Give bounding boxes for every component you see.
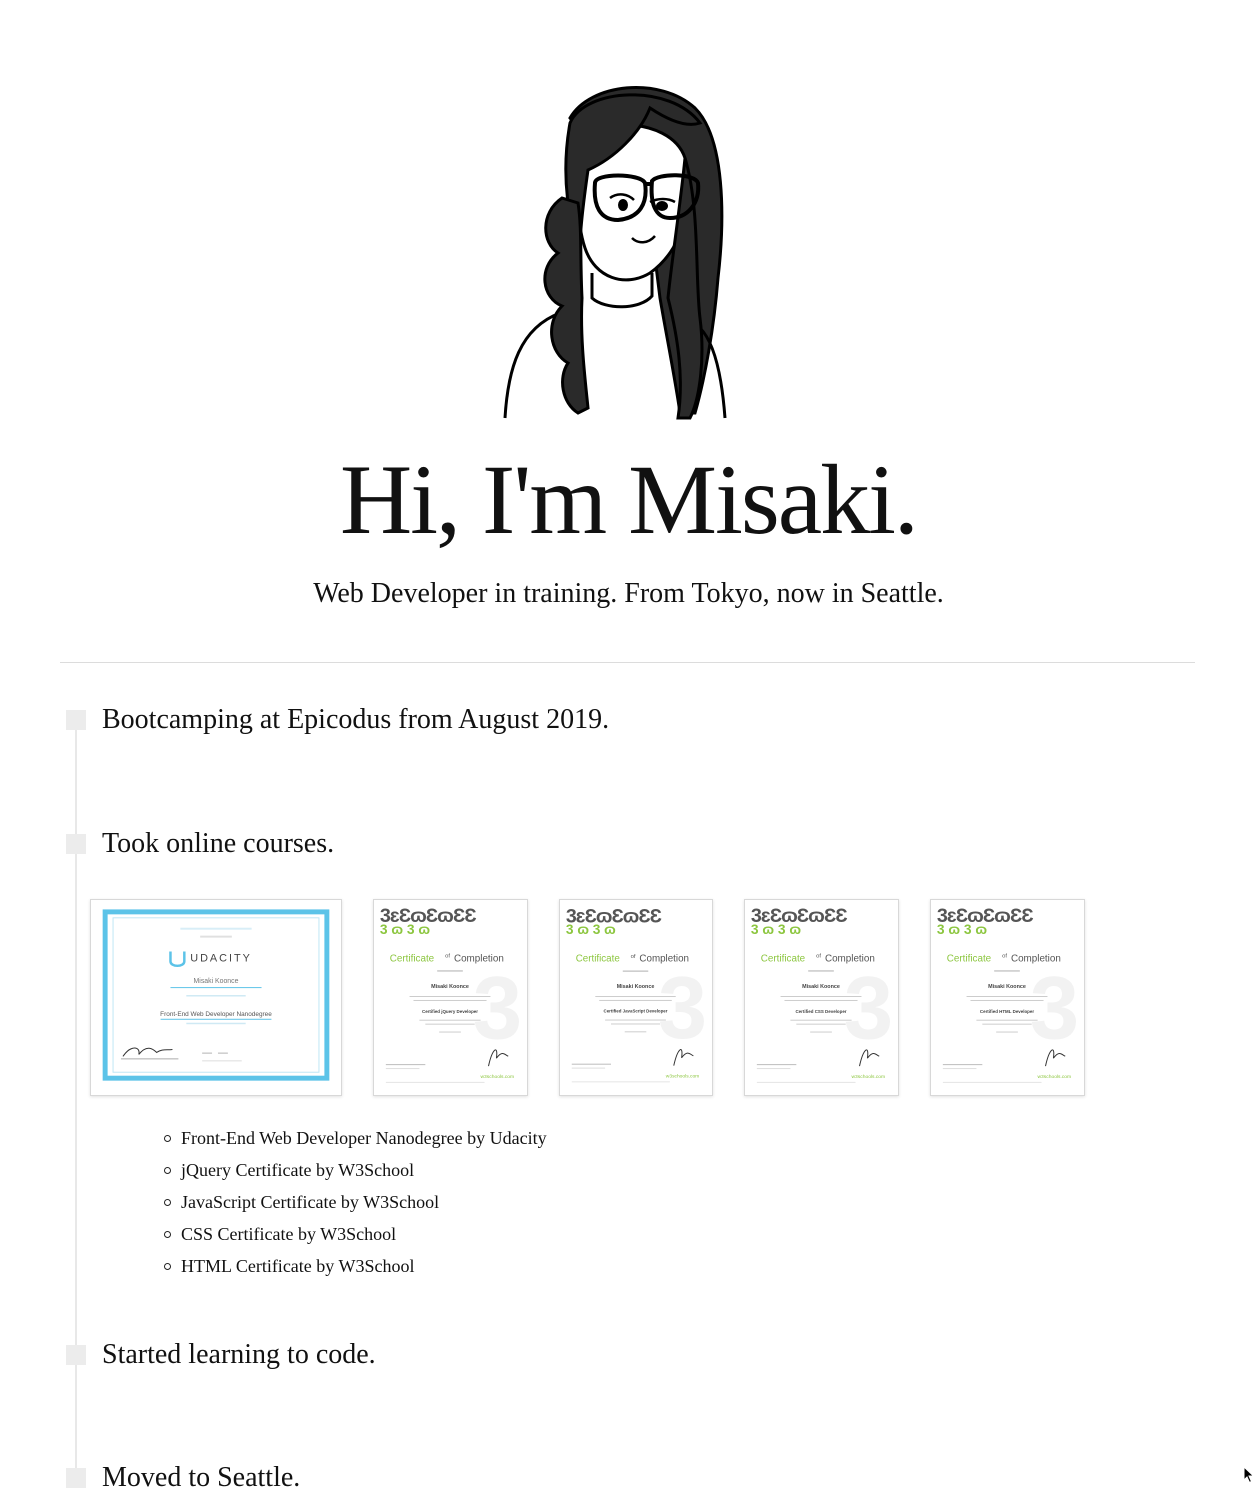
w3-title-of: of bbox=[816, 954, 821, 960]
svg-text:3 ɷ 3 ɷ: 3 ɷ 3 ɷ bbox=[751, 921, 802, 937]
avatar-illustration bbox=[500, 78, 730, 428]
w3-brand: w3schools.com bbox=[481, 1074, 515, 1080]
section-divider bbox=[60, 662, 1195, 663]
courses-list: Front-End Web Developer Nanodegree by Ud… bbox=[162, 1124, 547, 1284]
timeline-heading-bootcamp: Bootcamping at Epicodus from August 2019… bbox=[102, 704, 610, 735]
udacity-brand: UDACITY bbox=[190, 952, 252, 964]
list-item: Front-End Web Developer Nanodegree by Ud… bbox=[162, 1124, 547, 1156]
w3-title-completion: Completion bbox=[1011, 953, 1061, 964]
w3-brand: w3schools.com bbox=[666, 1073, 699, 1079]
w3-html-certificate-thumbnail[interactable]: 3ɛƐɷƐɷƐƐ 3 ɷ 3 ɷ 3 Certificate of Comple… bbox=[930, 899, 1085, 1096]
timeline-marker bbox=[66, 1345, 86, 1365]
list-item: jQuery Certificate by W3School bbox=[162, 1156, 547, 1188]
w3-title-certificate: Certificate bbox=[576, 954, 621, 965]
w3-cert-name: Certified HTML Developer bbox=[980, 1009, 1034, 1014]
w3-recipient: Misaki Koonce bbox=[802, 984, 840, 990]
w3-recipient: Misaki Koonce bbox=[617, 984, 655, 990]
timeline-heading-courses: Took online courses. bbox=[102, 828, 335, 859]
timeline-marker bbox=[66, 710, 86, 730]
hero-subtitle: Web Developer in training. From Tokyo, n… bbox=[313, 578, 944, 609]
w3-title-certificate: Certificate bbox=[947, 953, 992, 964]
w3-css-certificate-thumbnail[interactable]: 3ɛƐɷƐɷƐƐ 3 ɷ 3 ɷ 3 Certificate of Comple… bbox=[744, 899, 899, 1096]
timeline-heading-learning: Started learning to code. bbox=[102, 1339, 376, 1370]
w3-jquery-certificate-thumbnail[interactable]: 3ɛƐɷƐɷƐƐ 3 ɷ 3 ɷ 3 Certificate of Comple… bbox=[373, 899, 528, 1096]
w3-title-of: of bbox=[1002, 954, 1007, 960]
w3-recipient: Misaki Koonce bbox=[988, 984, 1026, 990]
w3-cert-name: Certified jQuery Developer bbox=[422, 1009, 478, 1014]
w3-title-of: of bbox=[445, 954, 450, 960]
w3-recipient: Misaki Koonce bbox=[431, 984, 469, 990]
list-item: JavaScript Certificate by W3School bbox=[162, 1188, 547, 1220]
page: Hi, I'm Misaki. Web Developer in trainin… bbox=[0, 0, 1257, 1488]
udacity-recipient: Misaki Koonce bbox=[194, 978, 239, 985]
timeline-marker bbox=[66, 834, 86, 854]
svg-text:3: 3 bbox=[473, 958, 522, 1057]
udacity-certificate-thumbnail[interactable]: UDACITY Misaki Koonce Front-End Web Deve… bbox=[90, 899, 342, 1096]
udacity-program: Front-End Web Developer Nanodegree bbox=[160, 1011, 272, 1018]
svg-text:3: 3 bbox=[844, 958, 893, 1057]
svg-text:3: 3 bbox=[1030, 958, 1079, 1057]
w3-title-completion: Completion bbox=[454, 953, 504, 964]
w3-title-certificate: Certificate bbox=[761, 953, 806, 964]
w3-cert-name: Certified CSS Developer bbox=[795, 1009, 846, 1014]
list-item: HTML Certificate by W3School bbox=[162, 1252, 547, 1284]
w3-brand: w3schools.com bbox=[1038, 1074, 1072, 1080]
list-item: CSS Certificate by W3School bbox=[162, 1220, 547, 1252]
hero-title: Hi, I'm Misaki. bbox=[340, 444, 919, 555]
svg-text:3 ɷ 3 ɷ: 3 ɷ 3 ɷ bbox=[380, 921, 431, 937]
svg-text:3: 3 bbox=[658, 958, 707, 1057]
w3-javascript-certificate-thumbnail[interactable]: 3ɛƐɷƐɷƐƐ 3 ɷ 3 ɷ 3 Certificate of Comple… bbox=[559, 899, 713, 1096]
w3-title-of: of bbox=[631, 954, 636, 960]
w3-title-completion: Completion bbox=[825, 953, 875, 964]
svg-text:3 ɷ 3 ɷ: 3 ɷ 3 ɷ bbox=[937, 921, 988, 937]
w3-brand: w3schools.com bbox=[852, 1074, 886, 1080]
w3-title-certificate: Certificate bbox=[390, 953, 435, 964]
timeline-marker bbox=[66, 1468, 86, 1488]
w3-cert-name: Certified JavaScript Developer bbox=[604, 1009, 668, 1014]
mouse-cursor-icon bbox=[1243, 1466, 1255, 1484]
timeline-heading-seattle: Moved to Seattle. bbox=[102, 1462, 301, 1488]
svg-text:3 ɷ 3 ɷ: 3 ɷ 3 ɷ bbox=[566, 922, 616, 937]
w3-title-completion: Completion bbox=[639, 954, 689, 965]
